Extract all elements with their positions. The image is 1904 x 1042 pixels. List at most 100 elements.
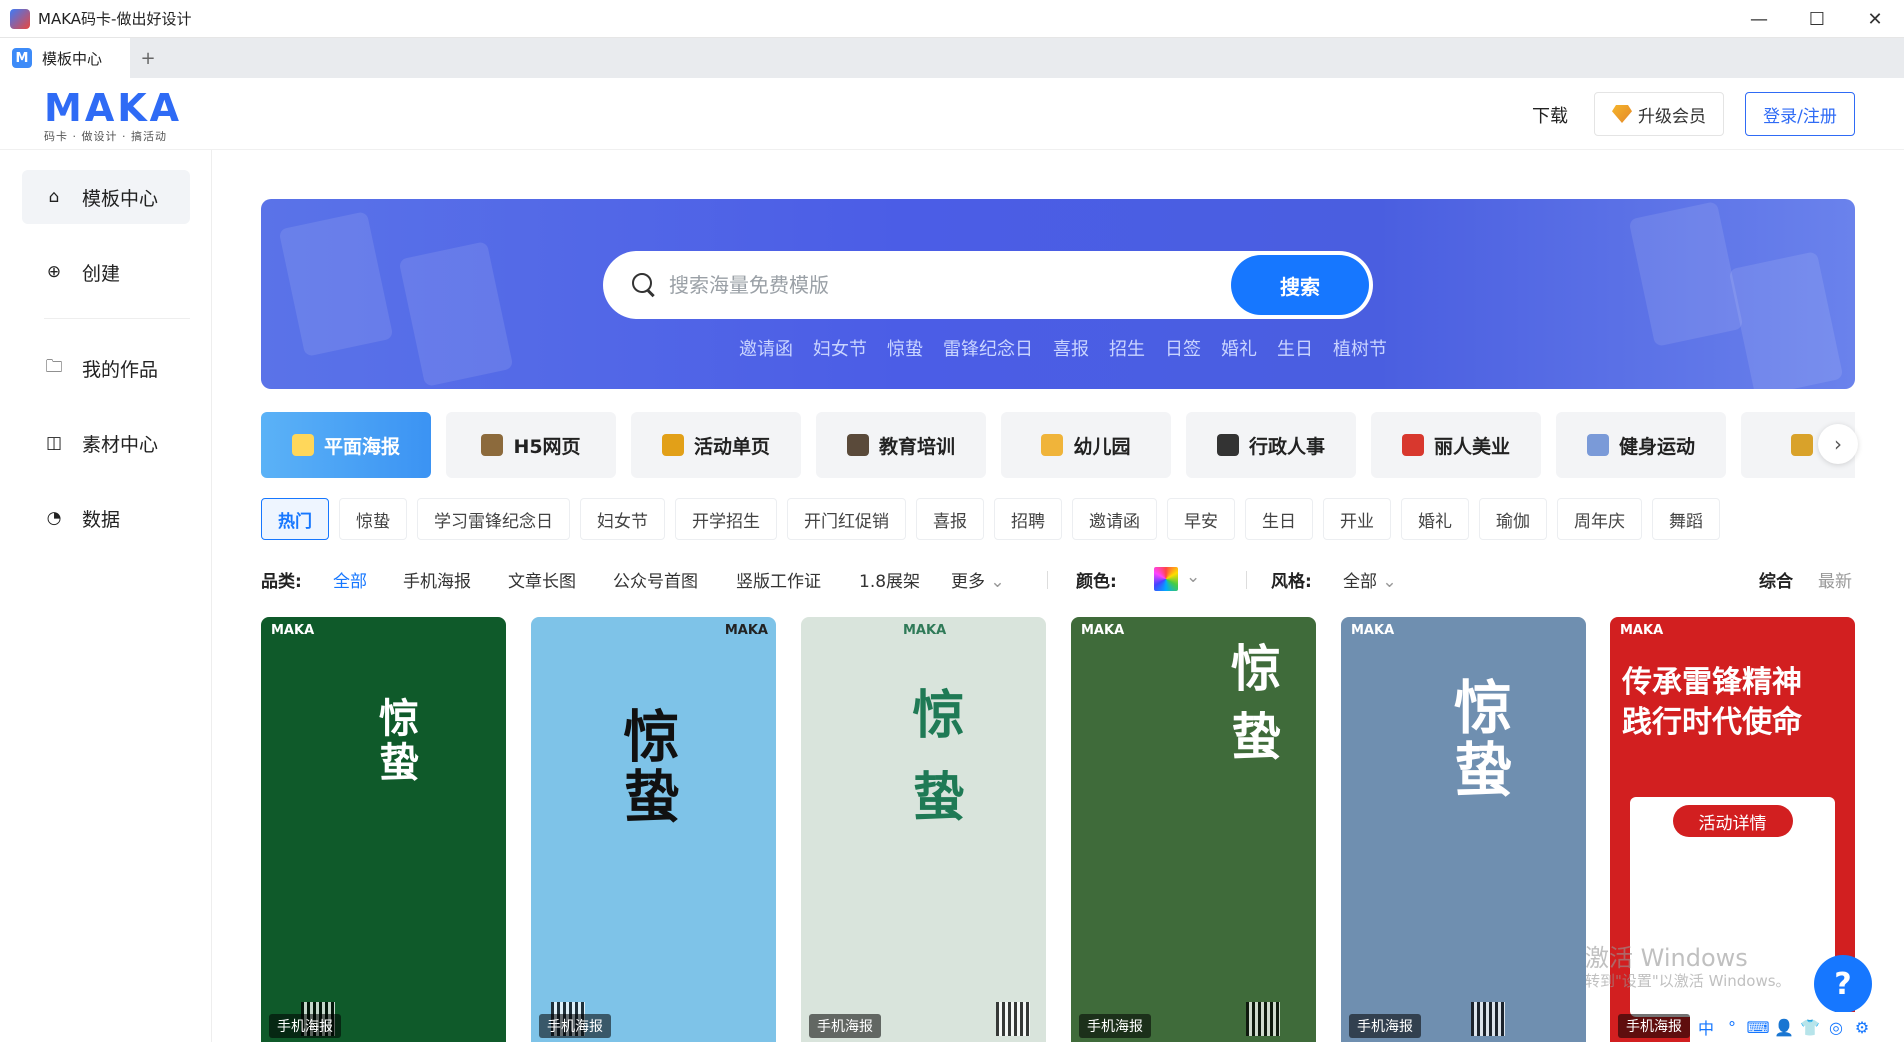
template-card[interactable]: MAKA 惊蛰 手机海报: [1071, 617, 1316, 1042]
windows-activation-hint: 转到"设置"以激活 Windows。: [1585, 972, 1791, 990]
tag[interactable]: 早安: [1167, 498, 1235, 540]
tag[interactable]: 舞蹈: [1652, 498, 1720, 540]
card-badge: 手机海报: [269, 1014, 341, 1038]
chevron-down-icon[interactable]: ⌄: [1186, 567, 1200, 587]
search-banner: 搜索 邀请函 妇女节 惊蛰 雷锋纪念日 喜报 招生 日签 婚礼 生日 植树节: [261, 199, 1855, 389]
maximize-button[interactable]: ☐: [1788, 0, 1846, 38]
filter-option[interactable]: 竖版工作证: [736, 567, 821, 592]
style-value: 全部: [1343, 572, 1377, 592]
category-h5[interactable]: H5网页: [446, 412, 616, 478]
tag[interactable]: 开学招生: [675, 498, 777, 540]
maka-tab-icon: M: [12, 48, 32, 68]
category-education[interactable]: 教育培训: [816, 412, 986, 478]
filter-option[interactable]: 文章长图: [508, 567, 576, 592]
tag[interactable]: 学习雷锋纪念日: [417, 498, 570, 540]
color-swatch-icon[interactable]: [1154, 567, 1178, 591]
login-register-button[interactable]: 登录/注册: [1745, 92, 1855, 136]
filter-option[interactable]: 手机海报: [403, 567, 471, 592]
sort-latest[interactable]: 最新: [1818, 567, 1852, 592]
category-fitness[interactable]: 健身运动: [1556, 412, 1726, 478]
download-link[interactable]: 下载: [1532, 102, 1568, 128]
hot-word[interactable]: 邀请函: [739, 335, 793, 361]
category-label: 行政人事: [1248, 435, 1325, 458]
sidebar-item-my-works[interactable]: 🗀 我的作品: [22, 341, 190, 395]
upgrade-vip-button[interactable]: 升级会员: [1594, 92, 1724, 136]
maka-logo[interactable]: MAKA 码卡 · 做设计 · 搞活动: [44, 88, 179, 143]
materials-icon: ◫: [45, 433, 63, 453]
template-card[interactable]: MAKA 惊蛰 手机海报: [261, 617, 506, 1042]
template-card[interactable]: MAKA 惊蛰 手机海报: [531, 617, 776, 1042]
sidebar-item-materials[interactable]: ◫ 素材中心: [22, 416, 190, 470]
ime-chinese-icon[interactable]: 中: [1696, 1017, 1716, 1038]
tag[interactable]: 周年庆: [1557, 498, 1642, 540]
hot-word[interactable]: 惊蛰: [887, 335, 923, 361]
sidebar-item-create[interactable]: ⊕ 创建: [22, 245, 190, 299]
tag-hot[interactable]: 热门: [261, 498, 329, 540]
ime-punctuation-icon[interactable]: °: [1722, 1017, 1742, 1037]
more-dropdown[interactable]: 更多 ⌄: [951, 567, 1005, 592]
category-beauty[interactable]: 丽人美业: [1371, 412, 1541, 478]
chevron-right-icon[interactable]: ›: [1818, 424, 1858, 464]
gear-icon[interactable]: ⚙: [1852, 1017, 1872, 1037]
hot-word[interactable]: 雷锋纪念日: [943, 335, 1033, 361]
money-bag-icon: [1790, 434, 1813, 456]
sort-comprehensive[interactable]: 综合: [1759, 567, 1793, 592]
category-label: 平面海报: [323, 435, 400, 458]
logo-tagline: 码卡 · 做设计 · 搞活动: [44, 130, 167, 143]
tag[interactable]: 招聘: [994, 498, 1062, 540]
close-button[interactable]: ✕: [1846, 0, 1904, 38]
sidebar-item-data[interactable]: ◔ 数据: [22, 491, 190, 545]
hot-word[interactable]: 妇女节: [813, 335, 867, 361]
hot-word[interactable]: 植树节: [1333, 335, 1387, 361]
hot-word[interactable]: 喜报: [1053, 335, 1089, 361]
hot-word[interactable]: 婚礼: [1221, 335, 1257, 361]
toolbox-icon[interactable]: ◎: [1826, 1017, 1846, 1037]
tag[interactable]: 邀请函: [1072, 498, 1157, 540]
tag[interactable]: 瑜伽: [1479, 498, 1547, 540]
search-button[interactable]: 搜索: [1231, 255, 1369, 315]
tag[interactable]: 开门红促销: [787, 498, 906, 540]
kids-icon: [1041, 434, 1064, 456]
tag[interactable]: 妇女节: [580, 498, 665, 540]
tag[interactable]: 开业: [1323, 498, 1391, 540]
category-kindergarten[interactable]: 幼儿园: [1001, 412, 1171, 478]
hot-word[interactable]: 招生: [1109, 335, 1145, 361]
category-label: 教育培训: [878, 435, 955, 458]
category-poster[interactable]: 平面海报: [261, 412, 431, 478]
tab-template-center[interactable]: M 模板中心: [0, 38, 130, 78]
card-logo: MAKA: [1081, 623, 1125, 638]
category-filter-label: 品类:: [261, 572, 302, 592]
vip-label: 升级会员: [1638, 106, 1706, 127]
plus-circle-icon: ⊕: [46, 262, 62, 282]
new-tab-button[interactable]: +: [130, 38, 166, 78]
category-row: 平面海报 H5网页 活动单页 教育培训 幼儿园 行政人事 丽人美业 健身运动 金…: [261, 412, 1855, 478]
tag[interactable]: 婚礼: [1401, 498, 1469, 540]
filter-option[interactable]: 公众号首图: [613, 567, 698, 592]
teacher-icon: [846, 434, 869, 456]
search-input[interactable]: [669, 265, 1229, 305]
tag[interactable]: 生日: [1245, 498, 1313, 540]
tag[interactable]: 喜报: [916, 498, 984, 540]
card-logo: MAKA: [724, 623, 768, 638]
card-title: 惊蛰: [1444, 677, 1512, 801]
filter-option-all[interactable]: 全部: [333, 567, 367, 592]
keyboard-icon[interactable]: ⌨: [1746, 1017, 1769, 1037]
skin-icon[interactable]: 👕: [1800, 1017, 1820, 1037]
card-subheadline: 践行时代使命: [1622, 705, 1802, 740]
category-event-page[interactable]: 活动单页: [631, 412, 801, 478]
minimize-button[interactable]: —: [1730, 0, 1788, 38]
sidebar-item-template-center[interactable]: ⌂ 模板中心: [22, 170, 190, 224]
filter-option[interactable]: 1.8展架: [859, 567, 920, 592]
tag[interactable]: 惊蛰: [339, 498, 407, 540]
tag-row: 热门 惊蛰 学习雷锋纪念日 妇女节 开学招生 开门红促销 喜报 招聘 邀请函 早…: [261, 498, 1720, 540]
card-detail-title: 活动详情: [1672, 805, 1793, 837]
template-card[interactable]: MAKA 惊蛰 手机海报: [801, 617, 1046, 1042]
user-icon[interactable]: 👤: [1774, 1017, 1794, 1037]
help-button[interactable]: ?: [1814, 955, 1872, 1013]
category-hr[interactable]: 行政人事: [1186, 412, 1356, 478]
template-card[interactable]: MAKA 惊蛰 手机海报: [1341, 617, 1586, 1042]
hot-word[interactable]: 生日: [1277, 335, 1313, 361]
style-dropdown[interactable]: 全部 ⌄: [1343, 567, 1397, 592]
filter-divider: [1047, 571, 1048, 589]
hot-word[interactable]: 日签: [1165, 335, 1201, 361]
